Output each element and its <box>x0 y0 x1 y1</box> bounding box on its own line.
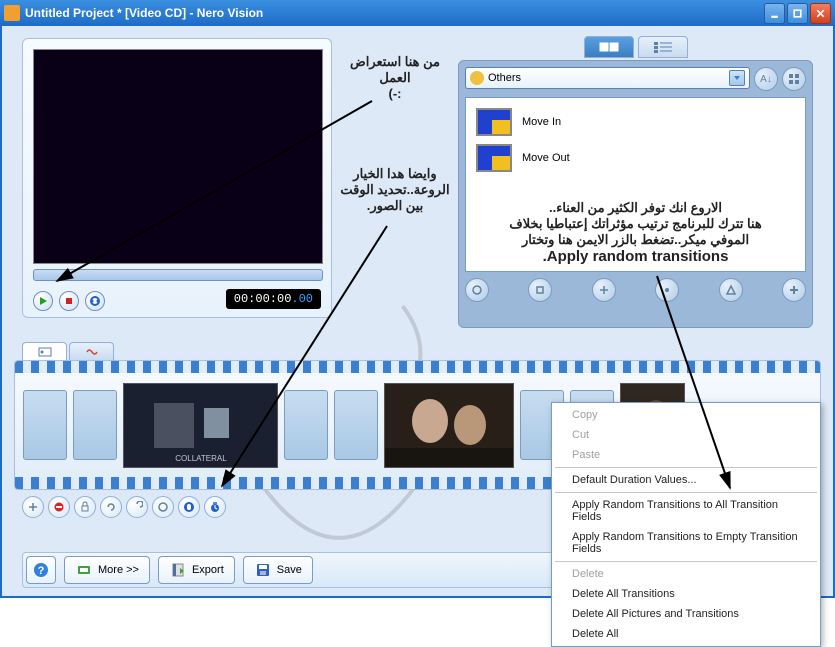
transition-item[interactable]: Move Out <box>472 140 799 176</box>
panel-action-2[interactable] <box>528 278 552 302</box>
transition-label: Move Out <box>522 152 570 164</box>
clip-thumbnail[interactable]: COLLATERAL <box>123 383 278 468</box>
preview-scrubber[interactable] <box>33 269 323 281</box>
panel-action-5[interactable] <box>719 278 743 302</box>
more-label: More >> <box>98 564 139 576</box>
help-icon: ? <box>32 561 50 579</box>
ctx-apply-random-empty[interactable]: Apply Random Transitions to Empty Transi… <box>554 527 818 559</box>
window-title: Untitled Project * [Video CD] - Nero Vis… <box>25 6 762 20</box>
view-grid-button[interactable] <box>782 67 806 91</box>
ctx-delete-all[interactable]: Delete All <box>554 624 818 644</box>
tool-duration[interactable] <box>204 496 226 518</box>
sort-az-button[interactable]: A↓ <box>754 67 778 91</box>
tab-list[interactable] <box>638 36 688 58</box>
save-label: Save <box>277 564 302 576</box>
transition-thumb-icon <box>476 108 512 136</box>
save-icon <box>254 561 272 579</box>
tab-timeline[interactable] <box>69 342 114 360</box>
timecode-display: 00:00:00.00 <box>226 289 321 309</box>
add-transition-button[interactable] <box>782 278 806 302</box>
export-button[interactable]: Export <box>158 556 235 584</box>
tool-lock[interactable] <box>74 496 96 518</box>
ctx-delete: Delete <box>554 564 818 584</box>
ctx-paste: Paste <box>554 445 818 465</box>
timeline-toolbar <box>22 496 226 518</box>
app-icon <box>4 5 20 21</box>
ctx-cut: Cut <box>554 425 818 445</box>
annotation-preview-label: من هنا استعراض العمل :-) <box>340 54 450 101</box>
panel-action-3[interactable] <box>592 278 616 302</box>
ctx-delete-pictures-transitions[interactable]: Delete All Pictures and Transitions <box>554 604 818 624</box>
tool-next[interactable] <box>126 496 148 518</box>
preview-screen[interactable] <box>33 49 323 264</box>
annotation-random-label: الاروع انك توفر الكثير من العناء.. هنا ت… <box>472 200 799 265</box>
transition-slot[interactable] <box>284 390 328 460</box>
svg-text:?: ? <box>38 565 45 577</box>
maximize-button[interactable] <box>787 3 808 24</box>
tab-transitions[interactable] <box>584 36 634 58</box>
svg-text:COLLATERAL: COLLATERAL <box>175 454 227 463</box>
panel-action-4[interactable] <box>655 278 679 302</box>
export-icon <box>169 561 187 579</box>
combo-label: Others <box>488 72 521 84</box>
context-menu: Copy Cut Paste Default Duration Values..… <box>551 402 821 647</box>
tool-repeat[interactable] <box>152 496 174 518</box>
minimize-button[interactable] <box>764 3 785 24</box>
stop-button[interactable] <box>59 291 79 311</box>
transition-item[interactable]: Move In <box>472 104 799 140</box>
play-button[interactable] <box>33 291 53 311</box>
save-button[interactable]: Save <box>243 556 313 584</box>
config-icon <box>75 561 93 579</box>
preview-panel: 00:00:00.00 <box>22 38 332 318</box>
titlebar: Untitled Project * [Video CD] - Nero Vis… <box>0 0 835 26</box>
chevron-down-icon <box>729 70 745 86</box>
loop-button[interactable] <box>85 291 105 311</box>
transitions-list: Move In Move Out الاروع انك توفر الكثير … <box>465 97 806 272</box>
tool-refresh[interactable] <box>100 496 122 518</box>
transition-category-combo[interactable]: Others <box>465 67 750 89</box>
ctx-delete-transitions[interactable]: Delete All Transitions <box>554 584 818 604</box>
film-strip <box>15 361 820 373</box>
tool-record[interactable] <box>178 496 200 518</box>
annotation-interval-label: وايضا هدا الخيار الروعة..تحديد الوقت بين… <box>340 166 450 214</box>
panel-action-1[interactable] <box>465 278 489 302</box>
transition-slot[interactable] <box>73 390 117 460</box>
help-button[interactable]: ? <box>26 556 56 584</box>
transition-slot[interactable] <box>23 390 67 460</box>
avatar-icon <box>470 71 484 85</box>
ctx-apply-random-all[interactable]: Apply Random Transitions to All Transiti… <box>554 495 818 527</box>
export-label: Export <box>192 564 224 576</box>
transition-label: Move In <box>522 116 561 128</box>
transition-thumb-icon <box>476 144 512 172</box>
tool-expand[interactable] <box>22 496 44 518</box>
close-button[interactable] <box>810 3 831 24</box>
tab-storyboard[interactable] <box>22 342 67 360</box>
ctx-default-duration[interactable]: Default Duration Values... <box>554 470 818 490</box>
transition-slot[interactable] <box>334 390 378 460</box>
transitions-panel: Others A↓ Move In Move Out الاروع انك تو… <box>458 60 813 328</box>
ctx-copy: Copy <box>554 405 818 425</box>
clip-thumbnail[interactable] <box>384 383 514 468</box>
tool-delete[interactable] <box>48 496 70 518</box>
more-button[interactable]: More >> <box>64 556 150 584</box>
